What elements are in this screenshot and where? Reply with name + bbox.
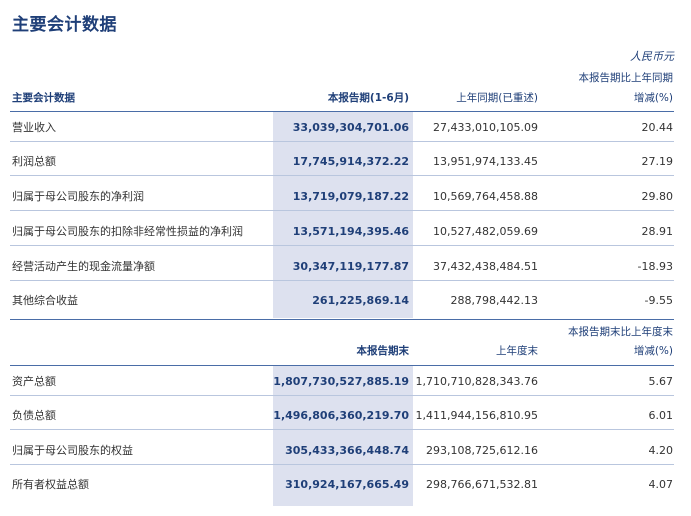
row-label: 归属于母公司股东的净利润 <box>12 190 144 203</box>
row-label: 利润总额 <box>12 155 56 168</box>
prior-value: 13,951,974,133.45 <box>433 155 538 168</box>
change-percent: 29.80 <box>641 190 674 203</box>
prior-value: 10,569,764,458.88 <box>433 190 538 203</box>
table-row: 其他综合收益 261,225,869.14 288,798,442.13 -9.55 <box>0 291 691 311</box>
table-row: 营业收入 33,039,304,701.06 27,433,010,105.09 20… <box>0 118 691 138</box>
change-percent: 27.19 <box>641 155 674 168</box>
prior-value: 1,411,944,156,810.95 <box>415 409 538 422</box>
change-percent: 6.01 <box>648 409 674 422</box>
label-column-header: 主要会计数据 <box>12 92 75 104</box>
change-percent: 5.67 <box>648 375 674 388</box>
current-value: 305,433,366,448.74 <box>285 444 409 457</box>
change-percent: 28.91 <box>641 225 674 238</box>
prior-value: 10,527,482,059.69 <box>433 225 538 238</box>
change-percent: 4.20 <box>648 444 674 457</box>
change-percent: 4.07 <box>648 478 674 491</box>
row-divider <box>10 280 674 281</box>
prior-value: 298,766,671,532.81 <box>426 478 538 491</box>
row-label: 其他综合收益 <box>12 294 78 307</box>
current-value: 17,745,914,372.22 <box>292 155 409 168</box>
table-row: 归属于母公司股东的净利润 13,719,079,187.22 10,569,764,… <box>0 187 691 207</box>
header2-divider <box>10 365 674 366</box>
table-row: 负债总额 1,496,806,360,219.70 1,411,944,156,81… <box>0 406 691 426</box>
change-header2-line1: 本报告期末比上年度末 <box>568 326 673 338</box>
current-value: 13,571,194,395.46 <box>292 225 409 238</box>
row-label: 负债总额 <box>12 409 56 422</box>
change-header-line2: 增减(%) <box>633 92 673 104</box>
prior-value: 288,798,442.13 <box>450 294 538 307</box>
prior-period-header: 上年同期(已重述) <box>456 92 538 104</box>
prior-value: 293,108,725,612.16 <box>426 444 538 457</box>
table-row: 所有者权益总额 310,924,167,665.49 298,766,671,532… <box>0 475 691 495</box>
current-period-shade-1 <box>273 112 413 318</box>
table-row: 归属于母公司股东的扣除非经常性损益的净利润 13,571,194,395.46 10… <box>0 222 691 242</box>
table-row: 资产总额 1,807,730,527,885.19 1,710,710,828,34… <box>0 372 691 392</box>
row-divider <box>10 210 674 211</box>
current-value: 33,039,304,701.06 <box>292 121 409 134</box>
row-divider <box>10 429 674 430</box>
current-value: 1,496,806,360,219.70 <box>273 409 409 422</box>
prior-value: 1,710,710,828,343.76 <box>415 375 538 388</box>
prior-value: 37,432,438,484.51 <box>433 260 538 273</box>
row-divider <box>10 141 674 142</box>
row-label: 归属于母公司股东的权益 <box>12 444 133 457</box>
current-value: 30,347,119,177.87 <box>292 260 409 273</box>
table-row: 归属于母公司股东的权益 305,433,366,448.74 293,108,725… <box>0 441 691 461</box>
prior-value: 27,433,010,105.09 <box>433 121 538 134</box>
change-percent: 20.44 <box>641 121 674 134</box>
section-divider <box>10 319 674 320</box>
current-value: 310,924,167,665.49 <box>285 478 409 491</box>
change-percent: -18.93 <box>637 260 673 273</box>
period-end-header: 本报告期末 <box>356 345 410 357</box>
row-label: 所有者权益总额 <box>12 478 89 491</box>
current-value: 13,719,079,187.22 <box>292 190 409 203</box>
change-header-line1: 本报告期比上年同期 <box>578 72 674 84</box>
change-percent: -9.55 <box>644 294 673 307</box>
currency-unit: 人民币元 <box>630 50 674 63</box>
row-divider <box>10 175 674 176</box>
current-value: 1,807,730,527,885.19 <box>273 375 409 388</box>
row-divider <box>10 464 674 465</box>
prior-year-end-header: 上年度末 <box>496 345 538 357</box>
current-period-header: 本报告期(1-6月) <box>327 92 409 104</box>
row-divider <box>10 245 674 246</box>
row-label: 营业收入 <box>12 121 56 134</box>
row-label: 资产总额 <box>12 375 56 388</box>
table-row: 经营活动产生的现金流量净额 30,347,119,177.87 37,432,438… <box>0 257 691 277</box>
current-value: 261,225,869.14 <box>312 294 409 307</box>
row-label: 归属于母公司股东的扣除非经常性损益的净利润 <box>12 225 243 238</box>
change-header2-line2: 增减(%) <box>633 345 673 357</box>
table-row: 利润总额 17,745,914,372.22 13,951,974,133.45 27… <box>0 152 691 172</box>
row-divider <box>10 395 674 396</box>
row-label: 经营活动产生的现金流量净额 <box>12 260 155 273</box>
page-title: 主要会计数据 <box>12 15 117 35</box>
header-divider <box>10 111 674 112</box>
